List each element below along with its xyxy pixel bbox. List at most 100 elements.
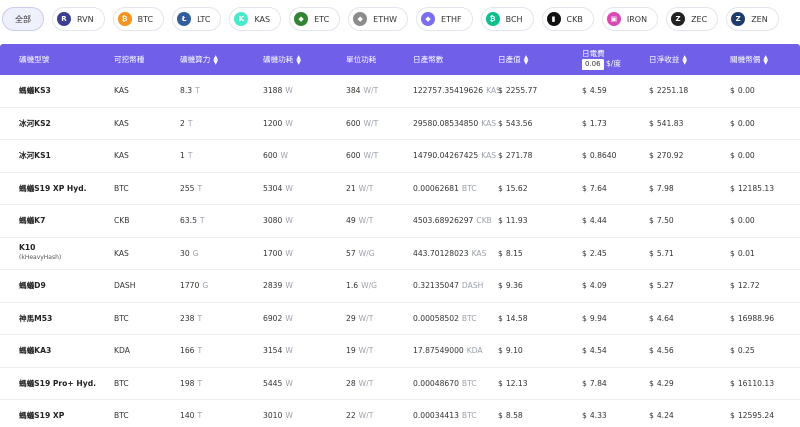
coin-filter-all[interactable]: 全部 <box>2 7 44 31</box>
cell-power: 1200 W <box>263 118 293 128</box>
cell-electricity: $9.94 <box>582 313 607 323</box>
coin-filter-zec[interactable]: Z ZEC <box>666 7 719 31</box>
cell-daily-coin: 122757.35419626 KAS <box>413 86 501 96</box>
cell-daily-value: $271.78 <box>498 151 533 161</box>
coin-filter-ltc[interactable]: Ł LTC <box>172 7 222 31</box>
cell-power: 5304 W <box>263 183 293 193</box>
cell-model[interactable]: 螞蟻K7 <box>19 205 45 237</box>
cell-daily-coin: 443.70128023 KAS <box>413 248 487 258</box>
cell-electricity: $0.8640 <box>582 151 617 161</box>
coin-filter-label: KAS <box>254 14 271 24</box>
zen-icon: Z <box>731 12 746 26</box>
cell-shutdown-price: $0.25 <box>730 346 755 356</box>
coin-filter-ckb[interactable]: ▮ CKB <box>541 7 594 31</box>
coin-filter-zen[interactable]: Z ZEN <box>726 7 779 31</box>
sort-icon[interactable]: ▲ ▼ <box>524 54 529 65</box>
header-hashrate[interactable]: 礦機算力 ▲ ▼ <box>180 44 218 75</box>
bch-icon: ₿ <box>485 12 500 26</box>
coin-filter-bar: 全部 R RVN ₿ BTC Ł LTC K KAS ◆ ETC ◆ ETHW ◆ ETHF ₿ BCH ▮ CK… <box>0 0 800 38</box>
cell-electricity: $2.45 <box>582 248 607 258</box>
cell-net-profit: $2251.18 <box>649 86 689 96</box>
cell-power: 3080 W <box>263 216 293 226</box>
cell-daily-value: $11.93 <box>498 216 528 226</box>
cell-shutdown-price: $0.01 <box>730 248 755 258</box>
coin-filter-bch[interactable]: ₿ BCH <box>480 7 534 31</box>
coin-filter-ethf[interactable]: ◆ ETHF <box>416 7 473 31</box>
cell-model[interactable]: 螞蟻S19 XP Hyd. <box>19 173 87 205</box>
sort-icon[interactable]: ▲ ▼ <box>682 54 687 65</box>
header-power[interactable]: 礦機功耗 ▲ ▼ <box>263 44 301 75</box>
coin-filter-btc[interactable]: ₿ BTC <box>112 7 165 31</box>
cell-model[interactable]: 螞蟻KA3 <box>19 335 51 367</box>
cell-hashrate: 30 G <box>180 248 199 258</box>
cell-daily-value: $12.13 <box>498 378 528 388</box>
sort-icon[interactable]: ▲ ▼ <box>213 54 218 65</box>
coin-filter-label: LTC <box>197 14 211 24</box>
cell-model[interactable]: 螞蟻S19 Pro+ Hyd. <box>19 368 96 400</box>
header-coin: 可挖幣種 <box>114 55 145 64</box>
etc-icon: ◆ <box>294 12 309 26</box>
table-row[interactable]: 神馬M53 BTC 238 T 6902 W 29 W/T 0.00058502 BTC $14.5… <box>0 303 800 335</box>
cell-net-profit: $4.56 <box>649 346 674 356</box>
cell-hashrate: 255 T <box>180 183 203 193</box>
header-model: 礦機型號 <box>19 55 50 64</box>
cell-model[interactable]: 冰河KS2 <box>19 108 51 140</box>
table-row[interactable]: 螞蟻S19 Pro+ Hyd. BTC 198 T 5445 W 28 W/T 0.000486… <box>0 368 800 400</box>
cell-model[interactable]: 螞蟻D9 <box>19 270 46 302</box>
sort-icon[interactable]: ▲ ▼ <box>763 54 768 65</box>
table-row[interactable]: 螞蟻S19 XP BTC 140 T 3010 W 22 W/T 0.00034413 BTC $8… <box>0 400 800 427</box>
table-row[interactable]: 螞蟻K7 CKB 63.5 T 3080 W 49 W/T 4503.68926297 CKB $1… <box>0 205 800 238</box>
cell-electricity: $4.59 <box>582 86 607 96</box>
cell-model[interactable]: 螞蟻KS3 <box>19 75 51 107</box>
cell-daily-value: $543.56 <box>498 118 533 128</box>
zec-icon: Z <box>671 12 686 26</box>
coin-filter-label: ETC <box>314 14 330 24</box>
coin-filter-etc[interactable]: ◆ ETC <box>289 7 341 31</box>
cell-coin: KAS <box>114 118 129 128</box>
cell-shutdown-price: $0.00 <box>730 86 755 96</box>
coin-filter-label: ETHF <box>441 14 462 24</box>
rvn-icon: R <box>57 12 71 26</box>
cell-shutdown-price: $0.00 <box>730 216 755 226</box>
cell-shutdown-price: $0.00 <box>730 151 755 161</box>
ckb-icon: ▮ <box>546 12 561 26</box>
price-unit: $/度 <box>606 59 621 68</box>
header-daily-value[interactable]: 日產值 ▲ ▼ <box>498 44 528 75</box>
coin-filter-ethw[interactable]: ◆ ETHW <box>348 7 409 31</box>
table-row[interactable]: 螞蟻S19 XP Hyd. BTC 255 T 5304 W 21 W/T 0.00062681… <box>0 173 800 205</box>
cell-model[interactable]: 神馬M53 <box>19 303 52 335</box>
cell-model[interactable]: 螞蟻S19 XP <box>19 400 64 427</box>
electricity-price-input[interactable]: 0.06 <box>582 59 604 70</box>
sort-icon[interactable]: ▲ ▼ <box>296 54 301 65</box>
cell-daily-coin: 14790.04267425 KAS <box>413 151 497 161</box>
coin-filter-iron[interactable]: ▣ IRON <box>601 7 659 31</box>
cell-daily-coin: 0.00048670 BTC <box>413 378 477 388</box>
cell-electricity: $7.64 <box>582 183 607 193</box>
cell-shutdown-price: $16110.13 <box>730 378 775 388</box>
table-body: 螞蟻KS3 KAS 8.3 T 3188 W 384 W/T 122757.35419626 KA… <box>0 75 800 427</box>
cell-electricity: $7.84 <box>582 378 607 388</box>
header-net-profit[interactable]: 日淨收益 ▲ ▼ <box>649 44 687 75</box>
coin-filter-rvn[interactable]: R RVN <box>52 7 105 31</box>
coin-filter-label: CKB <box>566 14 583 24</box>
cell-model[interactable]: 冰河KS1 <box>19 140 51 172</box>
table-row[interactable]: 螞蟻KA3 KDA 166 T 3154 W 19 W/T 17.87549000 KDA $9.1… <box>0 335 800 368</box>
coin-filter-kas[interactable]: K KAS <box>229 7 282 31</box>
table-row[interactable]: K10 (kHeavyHash) KAS 30 G 1700 W 57 W/G 443.70128… <box>0 238 800 270</box>
cell-shutdown-price: $12595.24 <box>730 411 775 421</box>
cell-daily-coin: 0.00034413 BTC <box>413 411 477 421</box>
header-efficiency: 單位功耗 <box>346 55 377 64</box>
cell-hashrate: 2T <box>180 118 193 128</box>
cell-coin: CKB <box>114 216 130 226</box>
table-row[interactable]: 冰河KS2 KAS 2 T 1200 W 600 W/T 29580.08534850 KAS $5… <box>0 108 800 140</box>
iron-icon: ▣ <box>606 12 621 26</box>
table-row[interactable]: 螞蟻D9 DASH 1770 G 2839 W 1.6 W/G 0.32135047 DASH $9… <box>0 270 800 303</box>
cell-coin: KDA <box>114 346 130 356</box>
header-shutdown-price[interactable]: 關機幣價 ▲ ▼ <box>730 44 768 75</box>
cell-model[interactable]: K10 (kHeavyHash) <box>19 238 61 270</box>
cell-efficiency: 600 W/T <box>346 151 379 161</box>
table-row[interactable]: 螞蟻KS3 KAS 8.3 T 3188 W 384 W/T 122757.35419626 KA… <box>0 75 800 108</box>
coin-filter-label: RVN <box>77 14 94 24</box>
cell-coin: BTC <box>114 183 129 193</box>
table-row[interactable]: 冰河KS1 KAS 1 T 600 W 600 W/T 14790.04267425 KAS $27… <box>0 140 800 173</box>
